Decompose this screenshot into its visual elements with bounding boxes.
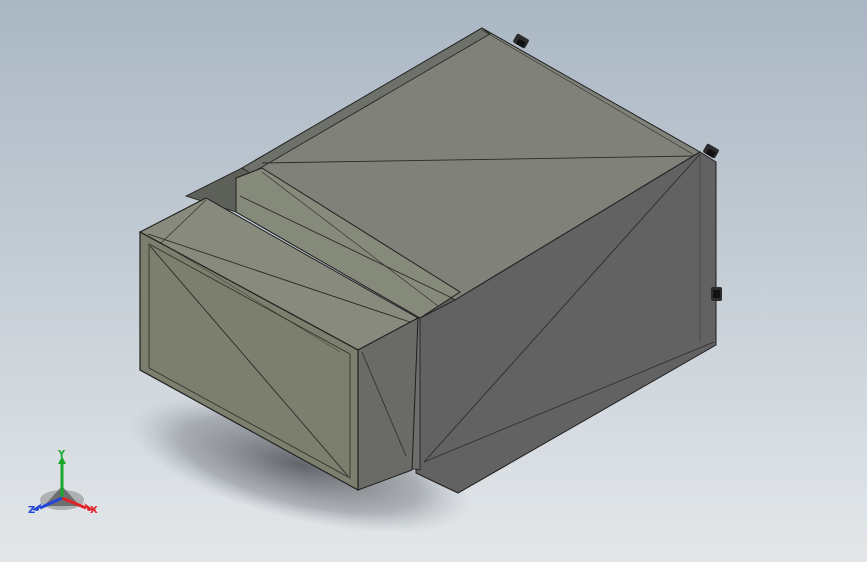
triad-y-label: Y: [58, 449, 66, 460]
bolt-icon: [711, 287, 722, 301]
triad-z-label: Z: [28, 505, 36, 516]
duct-model[interactable]: [0, 0, 867, 562]
triad-graphic: [32, 456, 94, 511]
triad-x-label: X: [90, 505, 98, 516]
graphics-viewport[interactable]: Y X Z: [0, 0, 867, 562]
view-orientation-triad[interactable]: Y X Z: [24, 448, 104, 528]
